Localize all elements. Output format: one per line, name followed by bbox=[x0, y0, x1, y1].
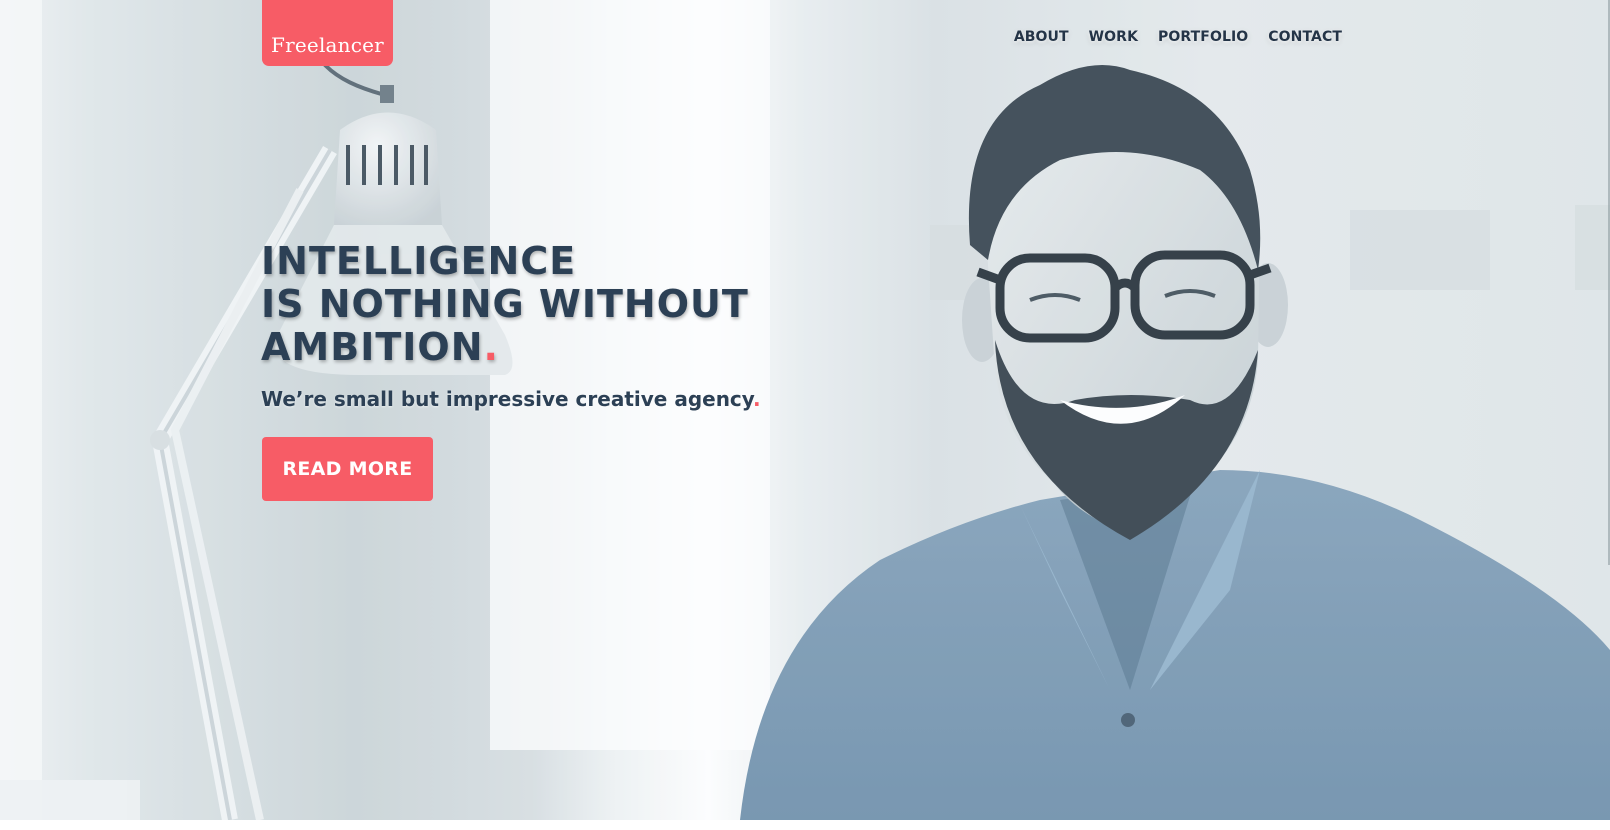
logo[interactable]: Freelancer bbox=[262, 0, 393, 66]
hero-section bbox=[0, 0, 1610, 820]
page-bottom-edge bbox=[0, 820, 1610, 830]
logo-text: Freelancer bbox=[271, 33, 384, 57]
nav-link-contact[interactable]: CONTACT bbox=[1268, 29, 1342, 45]
hero-headline: INTELLIGENCE IS NOTHING WITHOUT AMBITION… bbox=[261, 240, 749, 369]
headline-line-3-text: AMBITION bbox=[261, 325, 484, 369]
subheadline-text: We’re small but impressive creative agen… bbox=[261, 387, 753, 411]
landing-page: Freelancer ABOUT WORK PORTFOLIO CONTACT … bbox=[0, 0, 1610, 830]
headline-line-3: AMBITION. bbox=[261, 326, 749, 369]
hero-background-photo bbox=[0, 0, 1610, 820]
headline-line-1: INTELLIGENCE bbox=[261, 239, 577, 283]
headline-line-2: IS NOTHING WITHOUT bbox=[261, 282, 749, 326]
nav-link-portfolio[interactable]: PORTFOLIO bbox=[1158, 29, 1248, 45]
nav-link-about[interactable]: ABOUT bbox=[1014, 29, 1069, 45]
hero-subheadline: We’re small but impressive creative agen… bbox=[261, 387, 761, 411]
read-more-button[interactable]: READ MORE bbox=[262, 437, 433, 501]
subheadline-accent-dot: . bbox=[753, 387, 761, 411]
headline-accent-dot: . bbox=[483, 325, 499, 369]
main-nav: ABOUT WORK PORTFOLIO CONTACT bbox=[1014, 29, 1342, 45]
nav-link-work[interactable]: WORK bbox=[1089, 29, 1138, 45]
